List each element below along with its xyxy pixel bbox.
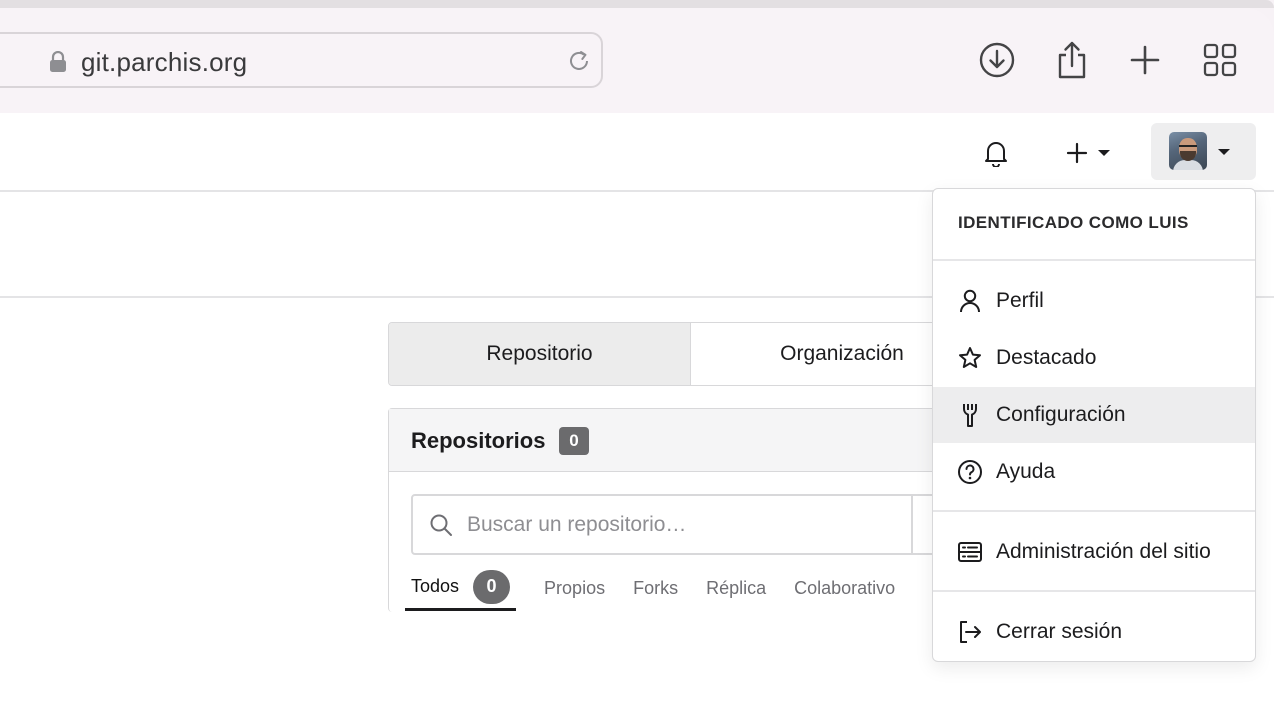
user-dropdown-menu: IDENTIFICADO COMO LUIS Perfil Destacado …	[932, 188, 1256, 662]
menu-divider	[933, 259, 1255, 261]
repositories-title: Repositorios	[411, 428, 546, 453]
reload-icon[interactable]	[566, 48, 592, 74]
menu-item-destacado[interactable]: Destacado	[933, 330, 1255, 386]
notifications-button[interactable]	[978, 135, 1014, 171]
menu-item-label: Administración del sitio	[996, 540, 1211, 563]
plus-icon	[1066, 142, 1088, 164]
browser-toolbar: git.parchis.org	[0, 0, 1274, 113]
search-separator	[911, 496, 913, 553]
filter-propios[interactable]: Propios	[544, 565, 605, 611]
filter-todos[interactable]: Todos 0	[405, 565, 517, 611]
menu-item-label: Ayuda	[996, 460, 1056, 483]
help-icon	[957, 459, 983, 485]
repositories-header: Repositorios 0	[389, 409, 1009, 472]
chevron-down-icon	[1218, 149, 1230, 155]
repo-filter-tabs: Todos 0 Propios Forks Réplica Colaborati…	[405, 565, 923, 611]
wrench-icon	[957, 402, 983, 428]
filter-count-badge: 0	[473, 569, 511, 604]
menu-item-ayuda[interactable]: Ayuda	[933, 444, 1255, 500]
url-text: git.parchis.org	[81, 47, 248, 77]
repositories-count-badge: 0	[559, 427, 589, 455]
menu-item-administracion[interactable]: Administración del sitio	[933, 524, 1255, 580]
star-icon	[957, 345, 983, 371]
person-icon	[957, 288, 983, 314]
bell-icon	[985, 142, 1007, 167]
search-type-tabs: Repositorio Organización	[388, 322, 1008, 386]
chevron-down-icon	[1098, 150, 1110, 156]
tab-repositorio[interactable]: Repositorio	[389, 323, 691, 385]
search-icon	[430, 514, 452, 536]
menu-item-label: Perfil	[996, 289, 1044, 312]
avatar	[1169, 132, 1207, 170]
new-tab-icon[interactable]	[1123, 38, 1167, 82]
repo-search-box	[411, 494, 1011, 555]
filter-label: Todos	[411, 576, 460, 596]
avatar-body	[1173, 160, 1203, 170]
menu-item-label: Destacado	[996, 346, 1097, 369]
download-icon[interactable]	[975, 38, 1019, 82]
menu-item-cerrar-sesion[interactable]: Cerrar sesión	[933, 604, 1255, 660]
sign-out-icon	[957, 619, 983, 645]
window-edge	[0, 0, 1274, 8]
filter-colaborativo[interactable]: Colaborativo	[794, 565, 895, 611]
repositories-panel: Repositorios 0 Todos 0 Propios Forks Rép…	[388, 408, 1011, 612]
avatar-glasses	[1179, 145, 1197, 149]
menu-divider	[933, 590, 1255, 592]
user-menu-button[interactable]	[1151, 123, 1256, 180]
app-header	[0, 113, 1274, 192]
menu-item-label: Cerrar sesión	[996, 620, 1123, 643]
share-icon[interactable]	[1050, 38, 1094, 82]
menu-item-configuracion[interactable]: Configuración	[933, 387, 1255, 443]
address-bar[interactable]: git.parchis.org	[0, 32, 603, 88]
create-new-button[interactable]	[1058, 135, 1118, 171]
menu-item-label: Configuración	[996, 403, 1126, 426]
menu-item-perfil[interactable]: Perfil	[933, 273, 1255, 329]
signed-in-as-header: IDENTIFICADO COMO LUIS	[958, 213, 1189, 232]
filter-forks[interactable]: Forks	[633, 565, 678, 611]
filter-replica[interactable]: Réplica	[706, 565, 766, 611]
lock-icon	[50, 51, 66, 72]
tab-overview-icon[interactable]	[1198, 38, 1242, 82]
menu-divider	[933, 510, 1255, 512]
search-input[interactable]	[467, 508, 887, 542]
server-icon	[957, 539, 983, 565]
